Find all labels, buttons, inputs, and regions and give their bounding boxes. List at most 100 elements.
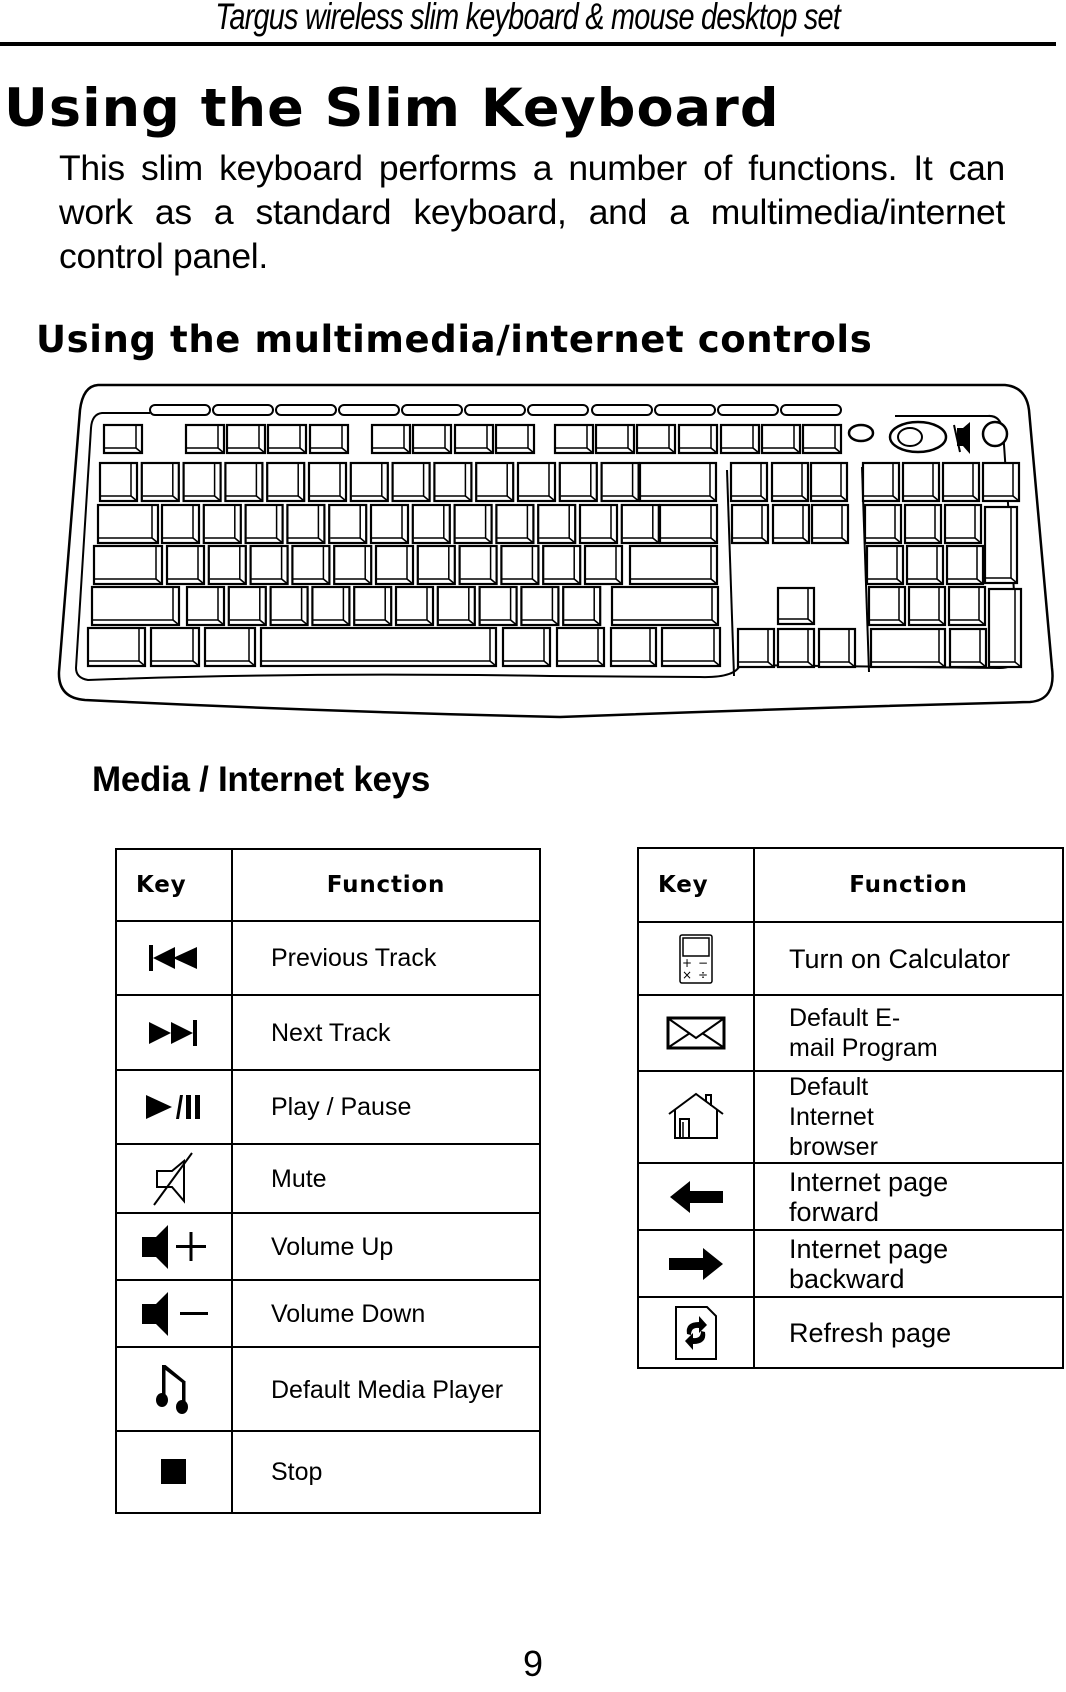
media-slot-button bbox=[338, 404, 400, 416]
section-title: Using the multimedia/internet controls bbox=[36, 318, 873, 361]
keyboard-key bbox=[328, 503, 368, 545]
keyboard-key bbox=[658, 503, 719, 545]
function-label: Turn on Calculator bbox=[753, 921, 1064, 996]
keyboard-key bbox=[458, 544, 498, 586]
keyboard-key bbox=[98, 461, 139, 503]
envelope-icon bbox=[666, 1016, 726, 1050]
intro-paragraph: This slim keyboard performs a number of … bbox=[59, 148, 1005, 276]
keyboard-key bbox=[308, 423, 350, 455]
keyboard-key bbox=[453, 503, 493, 545]
keyboard-key bbox=[224, 461, 264, 503]
function-label: Next Track bbox=[231, 994, 541, 1071]
keyboard-key bbox=[411, 503, 451, 545]
media-slot-button bbox=[275, 404, 337, 416]
media-slot-button bbox=[149, 404, 211, 416]
keyboard-key bbox=[501, 626, 552, 668]
keyboard-key bbox=[809, 461, 849, 503]
keyboard-key bbox=[369, 503, 410, 545]
keyboard-key bbox=[202, 503, 242, 545]
calculator-icon: + − × ÷ bbox=[679, 933, 713, 984]
keyboard-key bbox=[628, 544, 719, 586]
media-slot-button bbox=[591, 404, 653, 416]
media-slot-button bbox=[212, 404, 274, 416]
keyboard-key bbox=[983, 505, 1019, 585]
table-row: Internet page forward bbox=[637, 1162, 1064, 1231]
keyboard-key bbox=[160, 503, 201, 545]
function-label: Refresh page bbox=[753, 1296, 1064, 1369]
keyboard-key bbox=[947, 585, 987, 627]
keyboard-key bbox=[259, 626, 498, 668]
keyboard-key bbox=[719, 423, 761, 455]
calc-divide-glyph: ÷ bbox=[698, 968, 708, 982]
music-note-icon bbox=[156, 1365, 188, 1414]
keyboard-key bbox=[817, 627, 857, 669]
keyboard-key bbox=[542, 544, 582, 586]
keyboard-key bbox=[227, 585, 267, 627]
media-slot-button bbox=[401, 404, 463, 416]
keyboard-key bbox=[165, 544, 206, 586]
keyboard-key bbox=[865, 544, 905, 586]
table-row: Default Internet browser bbox=[637, 1070, 1064, 1164]
keyboard-key bbox=[102, 423, 144, 455]
keyboard-key bbox=[609, 626, 658, 668]
keyboard-key bbox=[86, 626, 147, 668]
stop-icon bbox=[161, 1459, 186, 1484]
keyboard-key bbox=[987, 587, 1023, 669]
keyboard-key bbox=[349, 461, 389, 503]
home-icon bbox=[668, 1092, 724, 1139]
keyboard-key bbox=[948, 627, 988, 669]
keyboard-key bbox=[869, 627, 947, 669]
keyboard-key bbox=[92, 544, 164, 586]
volume-up-icon bbox=[142, 1224, 206, 1269]
table-row: Volume Up bbox=[115, 1212, 541, 1281]
keyboard-key bbox=[537, 503, 577, 545]
table-row: Volume Down bbox=[115, 1279, 541, 1348]
header-function: Function bbox=[231, 848, 541, 922]
keyboard-key bbox=[500, 544, 540, 586]
keyboard-key bbox=[516, 461, 557, 503]
table-header-row: Key Function bbox=[115, 848, 541, 922]
keyboard-key bbox=[149, 626, 201, 668]
table-row: Internet page backward bbox=[637, 1229, 1064, 1298]
keyboard-key bbox=[730, 503, 770, 545]
media-slot-button bbox=[654, 404, 716, 416]
keyboard-key bbox=[941, 461, 981, 503]
keyboard-key bbox=[555, 626, 606, 668]
function-label: Volume Down bbox=[231, 1279, 541, 1348]
keyboard-key bbox=[266, 461, 306, 503]
keyboard-key bbox=[660, 626, 722, 668]
keyboard-key bbox=[907, 585, 947, 627]
keyboard-key bbox=[945, 544, 985, 586]
media-button-strip bbox=[149, 404, 842, 416]
function-label: Play / Pause bbox=[231, 1069, 541, 1145]
keyboard-key bbox=[903, 503, 943, 545]
keyboard-key bbox=[333, 544, 373, 586]
table-row: Stop bbox=[115, 1430, 541, 1514]
keyboard-key bbox=[677, 423, 719, 455]
calc-times-glyph: × bbox=[682, 968, 692, 982]
keyboard-key bbox=[905, 544, 945, 586]
page-number: 9 bbox=[522, 1643, 544, 1684]
volume-down-icon bbox=[142, 1291, 208, 1336]
keyboard-key bbox=[578, 503, 619, 545]
keyboard-key bbox=[475, 461, 515, 503]
keyboard-key bbox=[266, 423, 308, 455]
table-row: Default Media Player bbox=[115, 1346, 541, 1432]
keyboard-key bbox=[901, 461, 941, 503]
keyboard-key bbox=[558, 461, 598, 503]
keyboard-key bbox=[478, 585, 518, 627]
keys-section-title: Media / Internet keys bbox=[92, 760, 430, 799]
function-label: Default Internet browser bbox=[753, 1070, 1064, 1164]
function-label: Volume Up bbox=[231, 1212, 541, 1281]
header-key: Key bbox=[115, 848, 233, 922]
keyboard-key bbox=[495, 503, 535, 545]
function-label: Default E-mail Program bbox=[753, 994, 1064, 1072]
function-label: Mute bbox=[231, 1143, 541, 1214]
keyboard-key bbox=[307, 461, 348, 503]
keyboard-key bbox=[638, 461, 718, 503]
keyboard-key bbox=[225, 423, 267, 455]
table-header-row: Key Function bbox=[637, 847, 1064, 923]
keyboard-key bbox=[353, 585, 393, 627]
keyboard-key bbox=[269, 585, 309, 627]
keyboard-key bbox=[771, 503, 811, 545]
